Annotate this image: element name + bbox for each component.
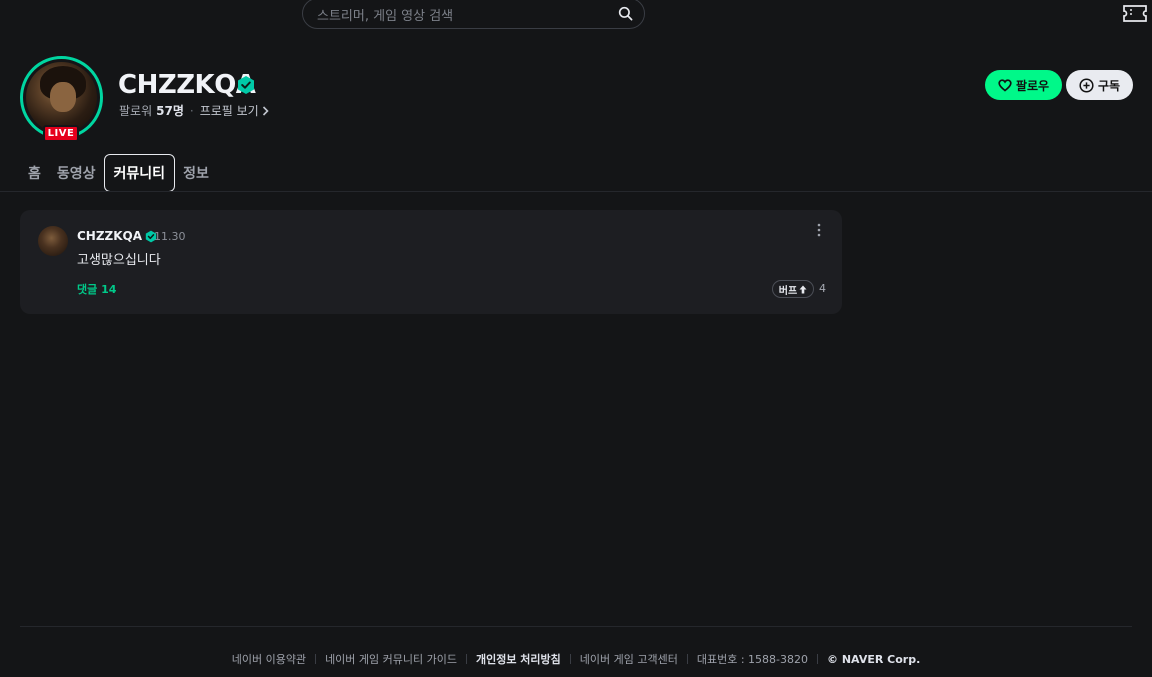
- more-options-icon[interactable]: [813, 222, 825, 238]
- footer-link-community-guide[interactable]: 네이버 게임 커뮤니티 가이드: [325, 651, 457, 667]
- buff-button[interactable]: 버프: [772, 280, 814, 298]
- follow-label: 팔로우: [1015, 78, 1050, 93]
- plus-circle-icon: [1079, 77, 1094, 93]
- separator-dot: ·: [189, 104, 194, 118]
- comments-link[interactable]: 댓글 14: [77, 281, 116, 297]
- tab-info[interactable]: 정보: [175, 154, 217, 192]
- heart-icon: [998, 78, 1012, 92]
- ticket-icon[interactable]: [1122, 4, 1148, 23]
- follow-button[interactable]: 팔로우: [985, 70, 1062, 100]
- post-author-avatar[interactable]: [38, 226, 68, 256]
- post-author-name: CHZZKQA: [77, 229, 143, 243]
- divider: [0, 191, 1152, 192]
- subscribe-label: 구독: [1097, 78, 1121, 93]
- footer: 네이버 이용약관 네이버 게임 커뮤니티 가이드 개인정보 처리방침 네이버 게…: [0, 651, 1152, 667]
- chevron-right-icon: [262, 106, 269, 116]
- search-icon[interactable]: [616, 4, 634, 22]
- subscribe-button[interactable]: 구독: [1066, 70, 1133, 100]
- followers-label: 팔로워: [119, 104, 153, 118]
- arrow-up-icon: [799, 285, 807, 293]
- footer-link-support[interactable]: 네이버 게임 고객센터: [580, 651, 678, 667]
- tab-videos[interactable]: 동영상: [49, 154, 104, 192]
- avatar: [26, 62, 97, 133]
- footer-link-privacy[interactable]: 개인정보 처리방침: [476, 651, 561, 667]
- footer-copyright: © NAVER Corp.: [827, 652, 921, 666]
- profile-link-label: 프로필 보기: [199, 104, 259, 118]
- post-body: 고생많으십니다: [77, 253, 161, 268]
- footer-divider: [20, 626, 1132, 627]
- footer-link-terms[interactable]: 네이버 이용약관: [232, 651, 306, 667]
- post-author[interactable]: CHZZKQA: [77, 229, 157, 243]
- buff-label: 버프: [778, 285, 798, 297]
- profile-link[interactable]: 프로필 보기: [200, 103, 269, 119]
- live-badge[interactable]: LIVE: [43, 125, 79, 142]
- buff-count: 4: [819, 282, 826, 295]
- footer-phone: 대표번호 : 1588-3820: [696, 653, 809, 666]
- channel-name: CHZZKQA: [118, 70, 256, 100]
- tab-home[interactable]: 홈: [20, 154, 49, 192]
- post-date: 11.30: [154, 230, 186, 243]
- tab-community[interactable]: 커뮤니티: [103, 154, 176, 192]
- search-input[interactable]: 스트리머, 게임 영상 검색: [317, 5, 453, 24]
- channel-meta: 팔로워 57명 · 프로필 보기: [119, 103, 269, 119]
- verified-icon: [237, 75, 255, 95]
- search-bar[interactable]: 스트리머, 게임 영상 검색: [302, 0, 645, 29]
- followers-count: 57명: [156, 104, 184, 118]
- channel-tabs: 홈 동영상 커뮤니티 정보: [20, 154, 217, 192]
